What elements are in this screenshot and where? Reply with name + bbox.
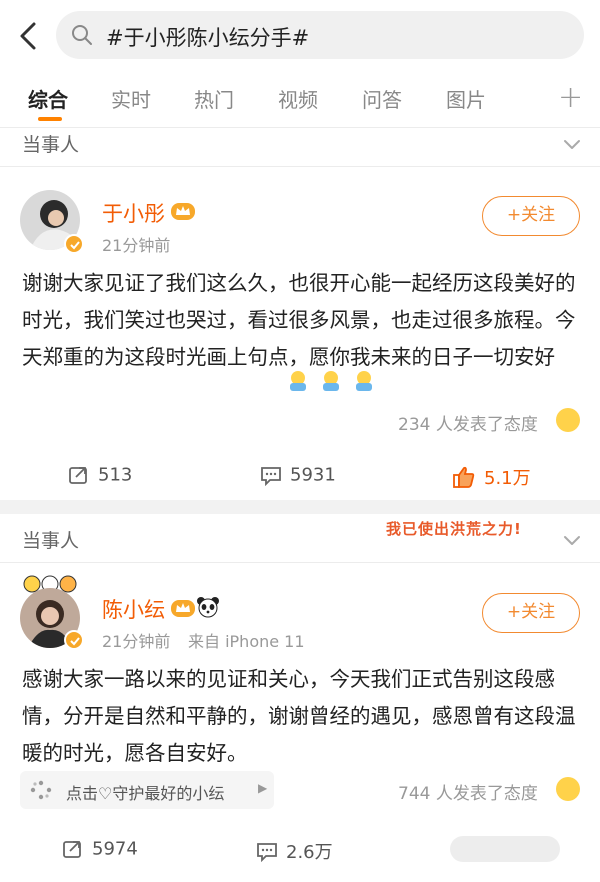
tab-realtime[interactable]: 实时 <box>111 84 151 113</box>
vip-crown-icon <box>170 200 196 222</box>
author-name[interactable]: 陈小纭 <box>102 594 165 624</box>
post-time: 21分钟前 <box>102 236 171 255</box>
reaction-face-icon <box>556 777 580 801</box>
top-bar: #于小彤陈小纭分手# <box>0 0 600 72</box>
search-query: #于小彤陈小纭分手# <box>106 26 310 50</box>
divider <box>0 166 600 167</box>
separator <box>0 500 600 514</box>
tab-composite[interactable]: 综合 <box>28 84 68 113</box>
reaction-summary[interactable]: 234 人发表了态度 <box>398 410 538 435</box>
verified-badge-icon <box>64 630 84 650</box>
repost-count: 5974 <box>92 838 138 860</box>
repost-icon <box>63 841 81 858</box>
section-label: 当事人 <box>22 134 80 156</box>
section-header: 当事人 <box>0 124 600 164</box>
divider <box>0 562 600 563</box>
post-text: 感谢大家一路以来的见证和关心，今天我们正式告别这段感情，分开是自然和平静的，谢谢… <box>22 667 576 765</box>
post-text: 谢谢大家见证了我们这么久，也很开心能一起经历这段美好的时光，我们笑过也哭过，看过… <box>22 271 576 369</box>
reaction-summary[interactable]: 744 人发表了态度 <box>398 779 538 804</box>
guard-fan-text: 点击♡守护最好的小纭 <box>66 784 225 803</box>
section-label: 当事人 <box>22 530 80 552</box>
search-icon <box>70 23 94 47</box>
add-tab-icon[interactable]: + <box>558 80 583 115</box>
comment-button[interactable]: 2.6万 <box>256 838 333 864</box>
guard-fan-banner[interactable]: 点击♡守护最好的小纭 ▶ <box>20 771 274 809</box>
author-name[interactable]: 于小彤 <box>102 198 165 228</box>
repost-icon <box>69 467 87 484</box>
vip-crown-icon <box>170 597 196 619</box>
repost-button[interactable]: 513 <box>68 464 132 486</box>
watermark-blur <box>450 836 560 862</box>
comment-count: 5931 <box>290 464 336 486</box>
verified-badge-icon <box>64 234 84 254</box>
follow-button[interactable]: +关注 <box>482 196 580 236</box>
tab-images[interactable]: 图片 <box>446 84 486 113</box>
tab-hot[interactable]: 热门 <box>194 84 234 113</box>
search-input[interactable]: #于小彤陈小纭分手# <box>56 11 584 59</box>
emoji-row <box>286 369 376 393</box>
tab-active-indicator <box>38 117 62 121</box>
tab-qa[interactable]: 问答 <box>362 84 402 113</box>
tab-bar: 综合 实时 热门 视频 问答 图片 + <box>0 72 600 128</box>
comment-button[interactable]: 5931 <box>260 464 336 486</box>
follow-button[interactable]: +关注 <box>482 593 580 633</box>
comment-icon <box>261 467 281 486</box>
sparkle-icon <box>30 780 52 800</box>
repost-button[interactable]: 5974 <box>62 838 138 860</box>
sticker-text: 我已使出洪荒之力! <box>386 520 522 538</box>
tab-video[interactable]: 视频 <box>278 84 318 113</box>
panda-icon <box>196 596 220 618</box>
back-arrow-icon[interactable] <box>14 18 46 54</box>
chevron-down-icon[interactable] <box>560 528 584 552</box>
repost-count: 513 <box>98 464 133 486</box>
chevron-down-icon[interactable] <box>560 132 584 156</box>
post-time: 21分钟前 <box>102 632 171 651</box>
thumbs-up-icon <box>453 466 475 488</box>
like-count: 5.1万 <box>484 468 531 489</box>
comment-count: 2.6万 <box>286 842 333 863</box>
reaction-face-icon <box>556 408 580 432</box>
post-source: 来自 iPhone 11 <box>188 632 305 651</box>
caret-right-icon: ▶ <box>258 781 268 795</box>
like-button[interactable]: 5.1万 <box>452 464 531 490</box>
comment-icon <box>257 843 277 862</box>
